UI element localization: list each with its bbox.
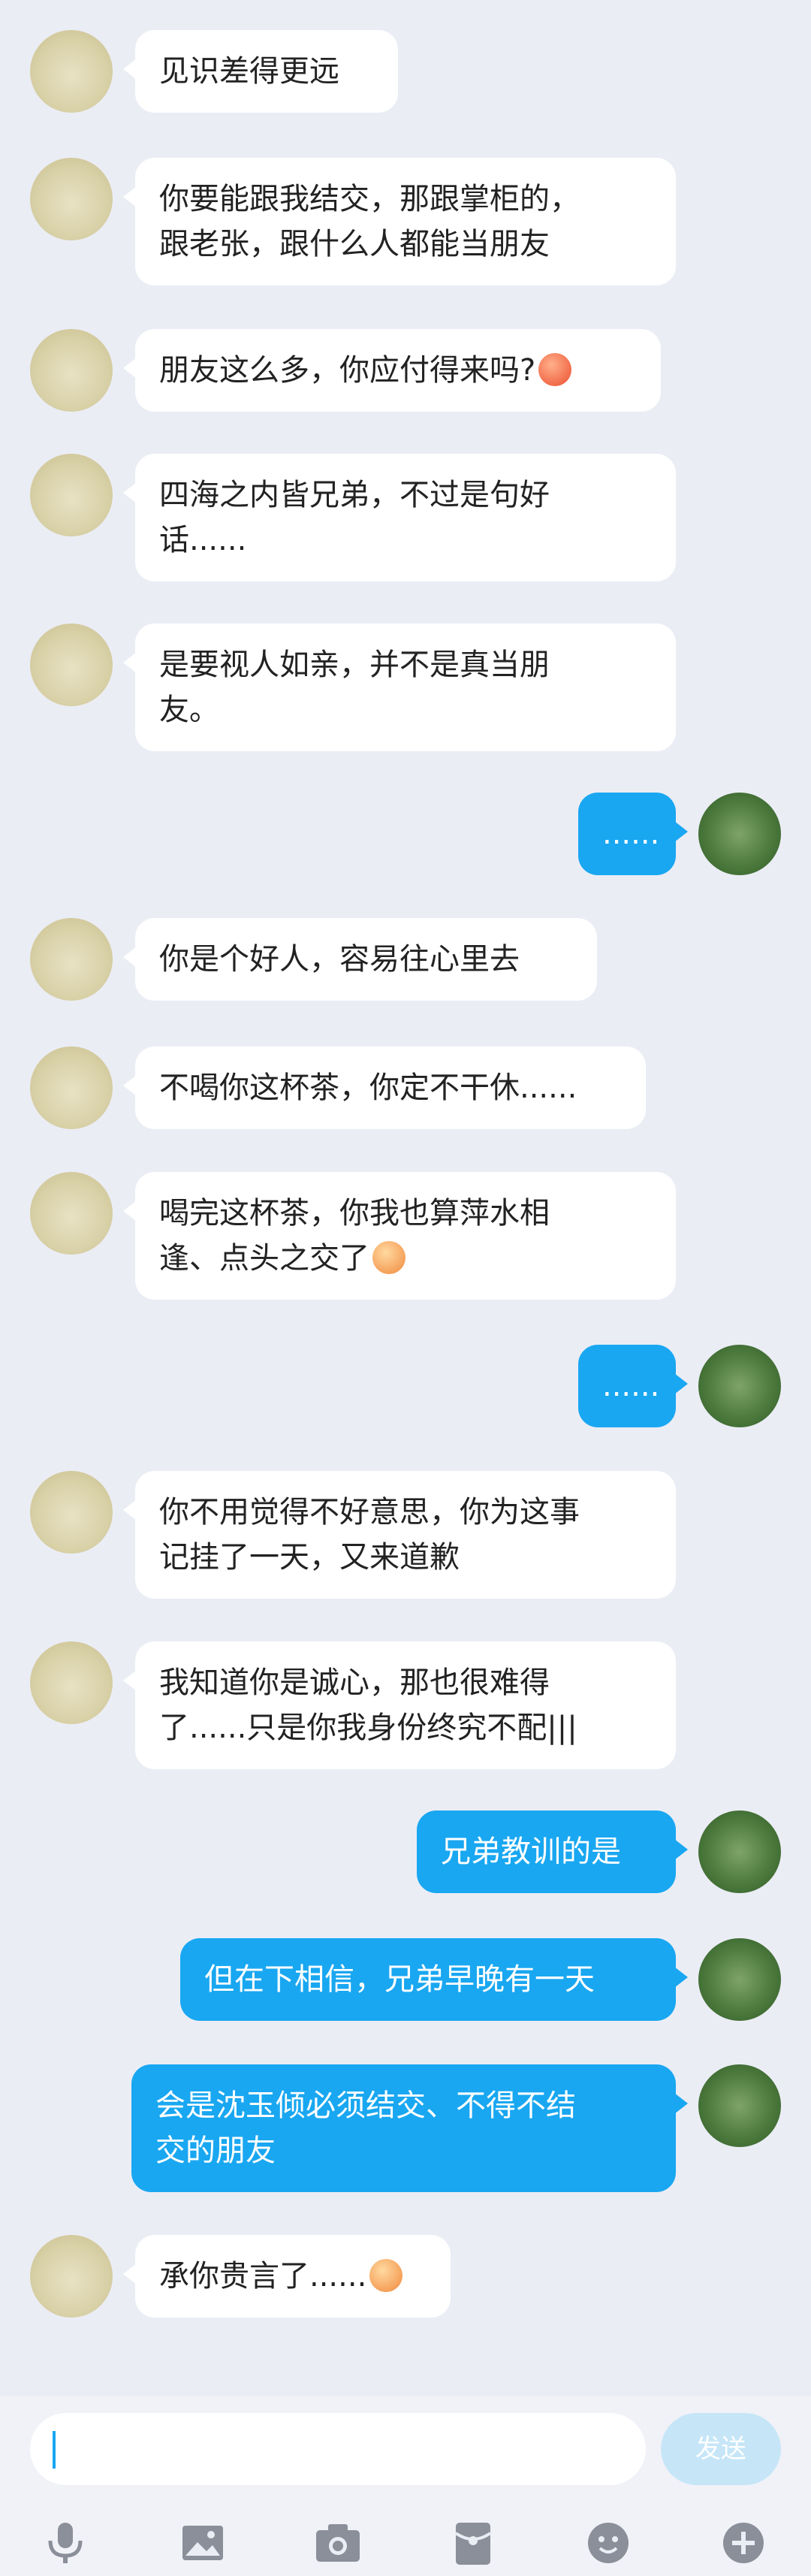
chat-message-left: 你是个好人，容易往心里去 [0, 918, 811, 1001]
message-text: 兄弟教训的是 [441, 1835, 621, 1869]
chat-message-right: 兄弟教训的是 [0, 1810, 811, 1893]
chat-message-left: 四海之内皆兄弟，不过是句好 话...... [0, 454, 811, 581]
input-bar: 发送 [0, 2396, 811, 2576]
message-bubble[interactable]: 见识差得更远 [123, 30, 398, 113]
chat-message-right: 但在下相信，兄弟早晚有一天 [0, 1938, 811, 2021]
message-text: 承你贵言了...... [159, 2259, 367, 2294]
camera-icon[interactable] [312, 2517, 364, 2569]
message-bubble[interactable]: 你不用觉得不好意思，你为这事 记挂了一天，又来道歉 [123, 1471, 676, 1599]
message-text: 朋友这么多，你应付得来吗? [159, 353, 536, 388]
send-button[interactable]: 发送 [661, 2413, 781, 2485]
message-bubble[interactable]: 朋友这么多，你应付得来吗? [123, 329, 661, 412]
contact-avatar[interactable] [30, 329, 113, 412]
message-text: 你不用觉得不好意思，你为这事 记挂了一天，又来道歉 [159, 1495, 580, 1575]
flushed-face-emoji [372, 1241, 406, 1274]
microphone-icon[interactable] [39, 2517, 92, 2569]
message-bubble[interactable]: 会是沈玉倾必须结交、不得不结 交的朋友 [131, 2064, 688, 2192]
chat-message-right: ...... [0, 793, 811, 875]
message-input[interactable] [30, 2413, 646, 2485]
message-bubble[interactable]: 承你贵言了...... [123, 2235, 451, 2318]
chat-message-left: 见识差得更远 [0, 30, 811, 113]
chat-message-left: 不喝你这杯茶，你定不干休...... [0, 1046, 811, 1129]
contact-avatar[interactable] [30, 158, 113, 240]
message-bubble[interactable]: 四海之内皆兄弟，不过是句好 话...... [123, 454, 676, 581]
contact-avatar[interactable] [30, 30, 113, 113]
contact-avatar[interactable] [30, 2235, 113, 2318]
plus-icon[interactable] [717, 2517, 770, 2569]
message-text: 不喝你这杯茶，你定不干休...... [159, 1071, 577, 1105]
chat-message-left: 你要能跟我结交，那跟掌柜的， 跟老张，跟什么人都能当朋友 [0, 158, 811, 285]
input-toolbar [0, 2509, 811, 2576]
chat-message-list[interactable]: 见识差得更远你要能跟我结交，那跟掌柜的， 跟老张，跟什么人都能当朋友朋友这么多，… [0, 0, 811, 2396]
message-bubble[interactable]: 我知道你是诚心，那也很难得 了......只是你我身份终究不配||| [123, 1641, 676, 1769]
contact-avatar[interactable] [30, 624, 113, 706]
message-text: 你要能跟我结交，那跟掌柜的， 跟老张，跟什么人都能当朋友 [159, 182, 580, 261]
message-text: 会是沈玉倾必须结交、不得不结 交的朋友 [155, 2088, 576, 2168]
message-bubble[interactable]: 不喝你这杯茶，你定不干休...... [123, 1046, 646, 1129]
message-text: 你是个好人，容易往心里去 [159, 942, 520, 977]
chat-message-left: 你不用觉得不好意思，你为这事 记挂了一天，又来道歉 [0, 1471, 811, 1599]
chat-message-left: 承你贵言了...... [0, 2235, 811, 2318]
message-text: ...... [602, 1369, 660, 1403]
self-avatar[interactable] [698, 1345, 781, 1427]
message-text: 我知道你是诚心，那也很难得 了......只是你我身份终究不配||| [159, 1665, 577, 1745]
message-bubble[interactable]: ...... [578, 1345, 688, 1427]
message-bubble[interactable]: 兄弟教训的是 [417, 1810, 688, 1893]
self-avatar[interactable] [698, 1938, 781, 2021]
contact-avatar[interactable] [30, 1641, 113, 1724]
chat-message-left: 我知道你是诚心，那也很难得 了......只是你我身份终究不配||| [0, 1641, 811, 1769]
message-text: 喝完这杯茶，你我也算萍水相 逢、点头之交了 [159, 1196, 550, 1276]
text-caret [53, 2431, 56, 2469]
message-bubble[interactable]: ...... [578, 793, 688, 875]
emoji-icon[interactable] [582, 2517, 635, 2569]
message-bubble[interactable]: 但在下相信，兄弟早晚有一天 [180, 1938, 688, 2021]
image-icon[interactable] [176, 2517, 229, 2569]
contact-avatar[interactable] [30, 1471, 113, 1554]
contact-avatar[interactable] [30, 1172, 113, 1255]
message-bubble[interactable]: 喝完这杯茶，你我也算萍水相 逢、点头之交了 [123, 1172, 676, 1300]
red-packet-icon[interactable] [447, 2517, 499, 2569]
self-avatar[interactable] [698, 2064, 781, 2147]
self-avatar[interactable] [698, 793, 781, 875]
chat-message-right: 会是沈玉倾必须结交、不得不结 交的朋友 [0, 2064, 811, 2192]
message-text: 但在下相信，兄弟早晚有一天 [204, 1962, 595, 1997]
message-text: ...... [602, 817, 660, 851]
chat-message-left: 喝完这杯茶，你我也算萍水相 逢、点头之交了 [0, 1172, 811, 1300]
sad-face-emoji [369, 2259, 403, 2292]
message-text: 四海之内皆兄弟，不过是句好 话...... [159, 478, 550, 557]
message-text: 见识差得更远 [159, 54, 339, 89]
self-avatar[interactable] [698, 1810, 781, 1893]
contact-avatar[interactable] [30, 918, 113, 1001]
contact-avatar[interactable] [30, 454, 113, 536]
message-bubble[interactable]: 是要视人如亲，并不是真当朋 友。 [123, 624, 676, 751]
message-text: 是要视人如亲，并不是真当朋 友。 [159, 648, 550, 727]
pouting-face-emoji [538, 353, 572, 386]
contact-avatar[interactable] [30, 1046, 113, 1129]
chat-message-right: ...... [0, 1345, 811, 1427]
message-bubble[interactable]: 你是个好人，容易往心里去 [123, 918, 597, 1001]
chat-message-left: 是要视人如亲，并不是真当朋 友。 [0, 624, 811, 751]
message-bubble[interactable]: 你要能跟我结交，那跟掌柜的， 跟老张，跟什么人都能当朋友 [123, 158, 676, 285]
chat-message-left: 朋友这么多，你应付得来吗? [0, 329, 811, 412]
